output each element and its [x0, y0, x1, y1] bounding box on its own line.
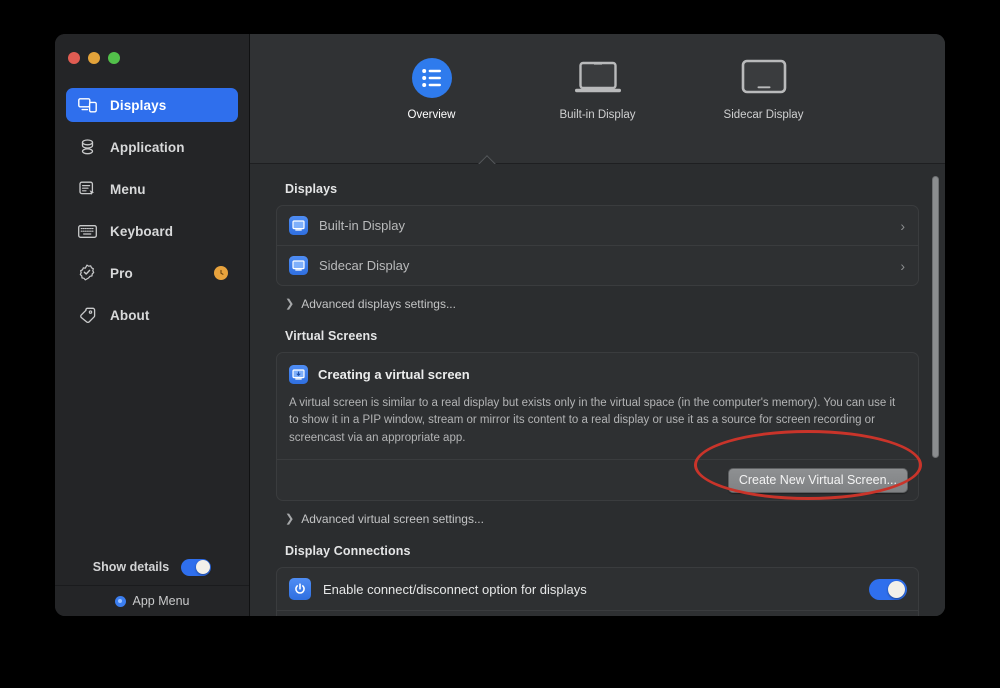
- application-icon: [76, 137, 98, 157]
- tab-sidecar-display[interactable]: Sidecar Display: [712, 50, 816, 121]
- tab-label: Overview: [408, 109, 456, 121]
- sidebar-item-displays[interactable]: Displays: [66, 88, 238, 122]
- sidebar-item-menu[interactable]: Menu: [66, 172, 238, 206]
- laptop-icon: [573, 50, 623, 106]
- virtual-screen-header: Creating a virtual screen: [277, 353, 918, 384]
- displays-icon: [76, 95, 98, 115]
- advanced-displays-settings-link[interactable]: ❯ Advanced displays settings...: [285, 297, 919, 311]
- chevron-right-icon: ›: [900, 219, 905, 233]
- sidebar-item-label: Pro: [110, 266, 133, 281]
- sidebar-item-label: Application: [110, 140, 185, 155]
- enable-connect-disconnect-row: Enable connect/disconnect option for dis…: [277, 568, 918, 610]
- sidebar-nav: Displays Application: [55, 88, 249, 549]
- sidebar-item-label: Keyboard: [110, 224, 173, 239]
- create-new-virtual-screen-button[interactable]: Create New Virtual Screen...: [728, 468, 908, 493]
- displays-section-title: Displays: [285, 182, 919, 196]
- minimize-button[interactable]: [88, 52, 100, 64]
- zoom-button[interactable]: [108, 52, 120, 64]
- show-details-row: Show details: [55, 549, 249, 586]
- tab-built-in-display[interactable]: Built-in Display: [546, 50, 650, 121]
- main-area: Overview Built-in Display: [250, 34, 945, 616]
- chevron-right-icon: ❯: [285, 299, 294, 310]
- toggle-knob: [196, 560, 210, 574]
- display-connections-card: Enable connect/disconnect option for dis…: [276, 567, 919, 616]
- app-menu-row[interactable]: App Menu: [55, 586, 249, 616]
- show-details-label: Show details: [93, 560, 169, 574]
- content-scrollbar[interactable]: [932, 174, 939, 606]
- show-details-toggle[interactable]: [181, 559, 211, 576]
- row-sidecar-display[interactable]: Sidecar Display ›: [277, 245, 918, 285]
- menu-icon: [76, 179, 98, 199]
- sidebar-item-keyboard[interactable]: Keyboard: [66, 214, 238, 248]
- toggle-knob: [888, 581, 905, 598]
- advanced-virtual-screen-settings-link[interactable]: ❯ Advanced virtual screen settings...: [285, 512, 919, 526]
- virtual-screen-icon: [289, 365, 308, 384]
- settings-content: Displays Built-in Display ›: [250, 164, 945, 616]
- link-label: Advanced displays settings...: [301, 297, 456, 311]
- tag-icon: [76, 305, 98, 325]
- chevron-right-icon: ›: [900, 259, 905, 273]
- display-connections-section-title: Display Connections: [285, 544, 919, 558]
- sidebar: Displays Application: [55, 34, 250, 616]
- toolbar: Overview Built-in Display: [250, 34, 945, 164]
- display-icon: [289, 216, 308, 235]
- displays-card: Built-in Display › Sidecar Display ›: [276, 205, 919, 286]
- overview-list-icon: [411, 50, 453, 106]
- scrollbar-thumb[interactable]: [932, 176, 939, 458]
- enable-connect-disconnect-label: Enable connect/disconnect option for dis…: [323, 582, 869, 597]
- chevron-right-icon: ❯: [285, 514, 294, 525]
- tab-label: Built-in Display: [559, 109, 635, 121]
- active-tab-indicator: [477, 155, 497, 164]
- app-window: Displays Application: [55, 34, 945, 616]
- row-built-in-display[interactable]: Built-in Display ›: [277, 206, 918, 245]
- sidebar-item-label: Menu: [110, 182, 146, 197]
- tab-overview[interactable]: Overview: [380, 50, 484, 121]
- sidebar-item-about[interactable]: About: [66, 298, 238, 332]
- sidebar-footer: Show details App Menu: [55, 549, 249, 616]
- display-icon: [289, 256, 308, 275]
- enable-connect-disconnect-toggle[interactable]: [869, 579, 907, 600]
- sidebar-item-label: About: [110, 308, 149, 323]
- power-icon: [289, 578, 311, 600]
- link-label: Advanced virtual screen settings...: [301, 512, 484, 526]
- window-controls: [55, 34, 249, 68]
- sidebar-item-pro[interactable]: Pro: [66, 256, 238, 290]
- row-label: Built-in Display: [319, 218, 900, 233]
- close-button[interactable]: [68, 52, 80, 64]
- virtual-screens-section-title: Virtual Screens: [285, 329, 919, 343]
- sidebar-item-label: Displays: [110, 98, 166, 113]
- row-label: Sidecar Display: [319, 258, 900, 273]
- screen: Displays Application: [0, 0, 1000, 688]
- clock-badge-icon: [214, 266, 228, 280]
- display-connections-description: Show disconnect/connect menu option for …: [277, 610, 918, 616]
- virtual-screens-card: Creating a virtual screen A virtual scre…: [276, 352, 919, 501]
- sidebar-item-application[interactable]: Application: [66, 130, 238, 164]
- app-menu-icon: [115, 596, 126, 607]
- virtual-screen-description: A virtual screen is similar to a real di…: [277, 384, 918, 447]
- pro-badge-icon: [76, 263, 98, 283]
- virtual-screen-title: Creating a virtual screen: [318, 367, 470, 382]
- app-menu-label: App Menu: [133, 594, 190, 608]
- virtual-screen-footer: Create New Virtual Screen...: [277, 459, 918, 500]
- tab-label: Sidecar Display: [724, 109, 804, 121]
- keyboard-icon: [76, 221, 98, 241]
- external-monitor-icon: [740, 50, 788, 106]
